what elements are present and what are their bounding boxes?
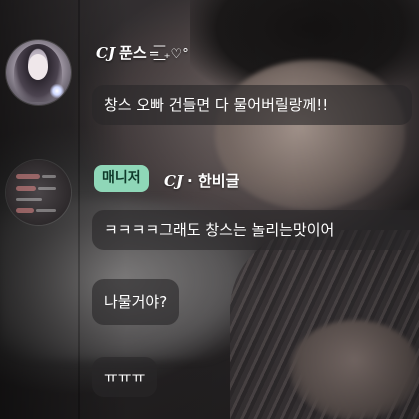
username-decoration: =͟͟͞ ₊♡°: [148, 47, 189, 62]
username-text: 푼스: [119, 44, 147, 62]
avatar-face: [28, 54, 48, 80]
chat-message: ㅋㅋㅋㅋ그래도 창스는 놀리는맛이어: [92, 210, 419, 250]
avatar[interactable]: [6, 160, 71, 225]
username-prefix: CJ: [96, 44, 116, 62]
manager-badge: 매니저: [94, 165, 149, 192]
avatar[interactable]: [6, 40, 71, 105]
avatar-detail: [16, 208, 34, 213]
chat-message: 나물거야?: [92, 279, 180, 325]
username-text: · 한비글: [187, 172, 240, 190]
username[interactable]: CJ 푼스 =͟͟͞ ₊♡°: [96, 42, 189, 63]
avatar-detail: [16, 198, 42, 201]
sparkle-icon: [50, 84, 64, 98]
chat-message: 창스 오빠 건들면 다 물어버릴랑께!!: [92, 85, 412, 125]
avatar-detail: [16, 174, 40, 179]
avatar-detail: [42, 175, 56, 178]
username[interactable]: CJ · 한비글: [164, 170, 239, 191]
avatar-detail: [38, 187, 56, 190]
avatar-detail: [16, 186, 36, 191]
avatar-detail: [36, 209, 56, 212]
username-prefix: CJ: [164, 172, 184, 190]
chat-divider: [78, 0, 80, 419]
chat-message: ㅠㅠㅠ: [92, 357, 158, 397]
